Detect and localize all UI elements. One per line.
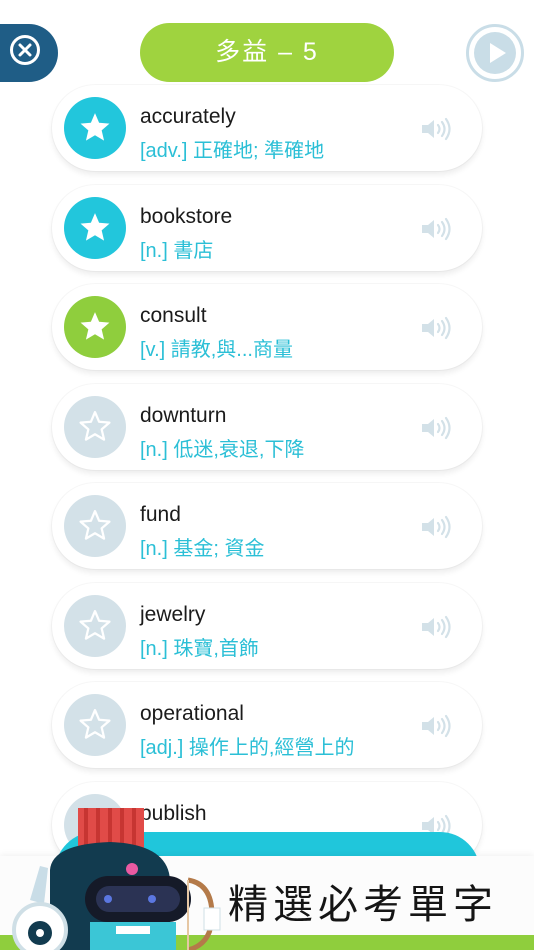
word-meaning: [n.] 基金; 資金 bbox=[140, 538, 265, 560]
word-meaning: [n.] 低迷,衰退,下降 bbox=[140, 438, 305, 461]
word-card[interactable]: fund [n.] 基金; 資金 bbox=[52, 483, 482, 569]
close-icon bbox=[10, 35, 40, 65]
favorite-star-button[interactable] bbox=[64, 495, 126, 557]
favorite-star-button[interactable] bbox=[64, 395, 126, 458]
favorite-star-button[interactable] bbox=[64, 694, 126, 756]
speaker-icon[interactable] bbox=[420, 515, 454, 544]
word-card[interactable]: bookstore [n.] 書店 bbox=[52, 184, 482, 271]
speaker-icon[interactable] bbox=[420, 714, 454, 743]
speaker-icon[interactable] bbox=[420, 615, 454, 644]
favorite-star-button[interactable] bbox=[64, 594, 126, 657]
star-icon bbox=[79, 410, 111, 441]
word-card[interactable]: jewelry [n.] 珠寶,首飾 bbox=[52, 582, 482, 669]
word-text: fund bbox=[140, 503, 181, 526]
play-all-button[interactable] bbox=[466, 24, 524, 82]
star-icon bbox=[80, 212, 110, 241]
word-text: accurately bbox=[140, 105, 236, 128]
word-list: accurately [adv.] 正確地; 準確地 bookstore [n.] 書… bbox=[52, 85, 482, 881]
word-text: downturn bbox=[140, 403, 227, 427]
star-icon bbox=[79, 708, 111, 739]
word-text: consult bbox=[140, 304, 207, 327]
word-text: operational bbox=[140, 702, 244, 725]
word-meaning: [n.] 珠寶,首飾 bbox=[140, 637, 259, 660]
favorite-star-button[interactable] bbox=[64, 97, 126, 159]
word-meaning: [n.] 書店 bbox=[140, 239, 214, 262]
word-meaning: [v.] 請教,與...商量 bbox=[140, 339, 293, 361]
play-icon bbox=[474, 32, 516, 74]
word-card[interactable]: downturn [n.] 低迷,衰退,下降 bbox=[52, 383, 482, 470]
word-meaning: [adv.] 正確地; 準確地 bbox=[140, 140, 325, 162]
word-meaning: [adj.] 操作上的,經營上的 bbox=[140, 737, 355, 759]
star-icon bbox=[79, 509, 111, 540]
word-card[interactable]: operational [adj.] 操作上的,經營上的 bbox=[52, 682, 482, 768]
speaker-icon[interactable] bbox=[420, 217, 454, 246]
word-card[interactable]: accurately [adv.] 正確地; 準確地 bbox=[52, 85, 482, 171]
speaker-icon[interactable] bbox=[420, 416, 454, 445]
word-text: jewelry bbox=[140, 602, 206, 626]
star-icon bbox=[80, 312, 110, 340]
banner-text: 精選必考單字 bbox=[228, 882, 498, 928]
star-icon bbox=[79, 609, 111, 640]
speaker-icon[interactable] bbox=[420, 316, 454, 345]
word-text: bookstore bbox=[140, 204, 233, 228]
robot-mascot-icon bbox=[12, 808, 221, 950]
favorite-star-button[interactable] bbox=[64, 296, 126, 358]
star-icon bbox=[80, 113, 110, 141]
speaker-icon[interactable] bbox=[420, 117, 454, 146]
page-title: 多益 – 5 bbox=[140, 23, 394, 82]
word-card[interactable]: consult [v.] 請教,與...商量 bbox=[52, 284, 482, 370]
favorite-star-button[interactable] bbox=[64, 196, 126, 259]
close-button[interactable] bbox=[0, 24, 58, 82]
